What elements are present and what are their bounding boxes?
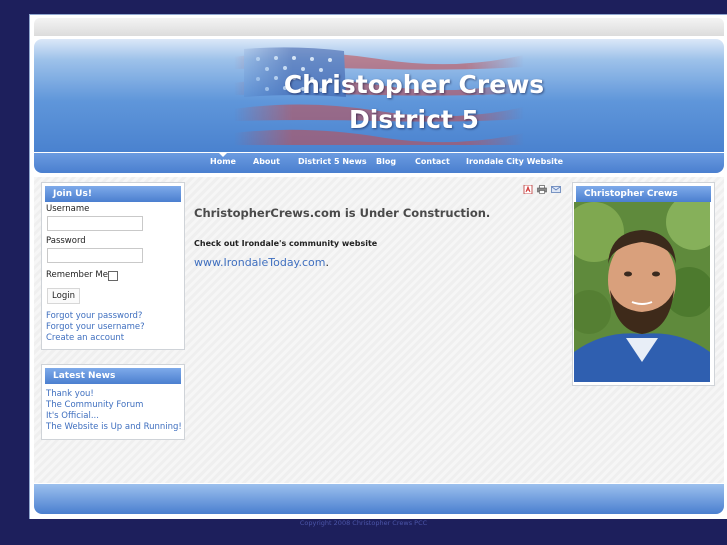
remember-me-checkbox[interactable] (108, 271, 118, 281)
password-input[interactable] (47, 248, 143, 263)
print-icon[interactable] (537, 185, 547, 194)
profile-photo (574, 202, 710, 382)
link-suffix: . (325, 256, 329, 269)
top-strip (34, 18, 724, 36)
news-item[interactable]: It's Official... (46, 411, 99, 421)
create-account-link[interactable]: Create an account (46, 333, 124, 343)
copyright-text: Copyright 2008 Christopher Crews PCC (299, 519, 428, 527)
forgot-username-link[interactable]: Forgot your username? (46, 322, 145, 332)
irondale-today-link[interactable]: www.IrondaleToday.com. (194, 256, 329, 269)
nav-item-irondale-city-website[interactable]: Irondale City Website (466, 157, 563, 166)
remember-me-label: Remember Me (46, 270, 108, 280)
footer-bar (34, 484, 724, 514)
nav-item-home[interactable]: Home (210, 157, 236, 166)
nav-item-blog[interactable]: Blog (376, 157, 396, 166)
profile-title: Christopher Crews (576, 186, 711, 202)
username-label: Username (46, 204, 90, 214)
pdf-icon[interactable] (523, 185, 533, 194)
news-item[interactable]: Thank you! (46, 389, 94, 399)
latest-news-title: Latest News (45, 368, 181, 384)
login-module-title: Join Us! (45, 186, 181, 202)
site-title-district: District 5 (349, 105, 479, 134)
login-module: Join Us! Username Password Remember Me L… (41, 182, 185, 350)
site-header: Christopher Crews District 5 (34, 39, 724, 152)
page-title: ChristopherCrews.com is Under Constructi… (194, 206, 491, 220)
main-nav: Home About District 5 News Blog Contact … (34, 153, 724, 173)
news-item[interactable]: The Community Forum (46, 400, 143, 410)
nav-item-about[interactable]: About (253, 157, 280, 166)
nav-item-district-5-news[interactable]: District 5 News (298, 157, 367, 166)
nav-item-contact[interactable]: Contact (415, 157, 450, 166)
news-item[interactable]: The Website is Up and Running! (46, 422, 182, 432)
password-label: Password (46, 236, 86, 246)
profile-photo-image (574, 202, 710, 382)
content-subheading: Check out Irondale's community website (194, 239, 378, 248)
username-input[interactable] (47, 216, 143, 231)
latest-news-module: Latest News Thank you! The Community For… (41, 364, 185, 440)
login-button[interactable]: Login (47, 288, 80, 304)
forgot-password-link[interactable]: Forgot your password? (46, 311, 142, 321)
irondale-today-link-text[interactable]: www.IrondaleToday.com (194, 256, 325, 269)
email-icon[interactable] (551, 185, 561, 194)
site-title-name: Christopher Crews (283, 70, 545, 99)
